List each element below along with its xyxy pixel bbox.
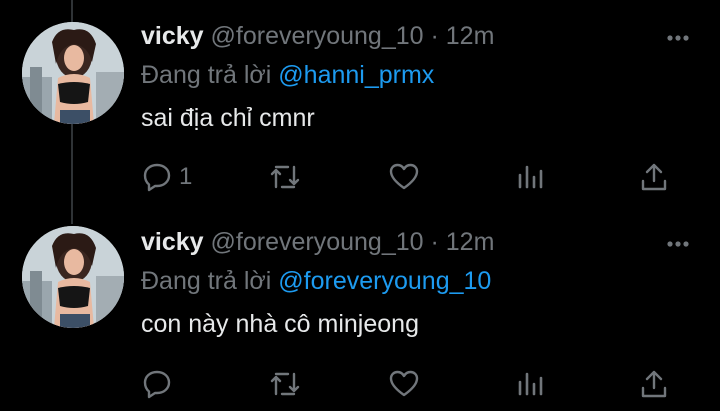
reply-icon (143, 163, 171, 192)
share-icon (641, 370, 667, 398)
mention-link[interactable]: @hanni_prmx (278, 61, 434, 89)
avatar[interactable] (22, 226, 124, 328)
user-handle[interactable]: @foreveryoung_10 (211, 228, 424, 256)
tweet-header: vicky @foreveryoung_10 · 12m (141, 228, 494, 257)
analytics-button[interactable] (515, 161, 545, 193)
analytics-button[interactable] (515, 368, 545, 400)
analytics-icon (518, 372, 543, 396)
retweet-button[interactable] (268, 368, 302, 400)
replying-to: Đang trả lời @hanni_prmx (141, 61, 434, 90)
tweet-header: vicky @foreveryoung_10 · 12m (141, 22, 494, 51)
share-icon (641, 163, 667, 191)
retweet-icon (270, 372, 300, 396)
separator-dot: · (430, 22, 439, 50)
display-name[interactable]: vicky (141, 22, 204, 50)
user-handle[interactable]: @foreveryoung_10 (211, 22, 424, 50)
retweet-button[interactable] (268, 161, 302, 193)
share-button[interactable] (638, 368, 670, 400)
separator-dot: · (430, 228, 439, 256)
retweet-icon (270, 165, 300, 189)
reply-button[interactable] (141, 368, 179, 400)
tweet[interactable]: vicky @foreveryoung_10 · 12m Đang trả lờ… (0, 0, 720, 205)
share-button[interactable] (638, 161, 670, 193)
like-icon (389, 370, 419, 397)
action-bar: 1 (0, 161, 720, 195)
action-bar (0, 368, 720, 402)
replying-to: Đang trả lời @foreveryoung_10 (141, 267, 491, 296)
like-button[interactable] (388, 368, 420, 400)
analytics-icon (518, 165, 543, 189)
more-icon[interactable] (664, 28, 692, 53)
tweet[interactable]: vicky @foreveryoung_10 · 12m Đang trả lờ… (0, 206, 720, 411)
replying-to-label: Đang trả lời (141, 61, 272, 89)
more-icon[interactable] (664, 234, 692, 259)
timestamp[interactable]: 12m (446, 228, 495, 256)
avatar[interactable] (22, 22, 124, 124)
tweet-text: sai địa chỉ cmnr (141, 104, 315, 132)
mention-link[interactable]: @foreveryoung_10 (278, 267, 491, 295)
reply-count: 1 (179, 163, 193, 190)
reply-icon (143, 370, 171, 399)
like-icon (389, 163, 419, 190)
display-name[interactable]: vicky (141, 228, 204, 256)
timestamp[interactable]: 12m (446, 22, 495, 50)
reply-button[interactable]: 1 (141, 161, 192, 193)
replying-to-label: Đang trả lời (141, 267, 272, 295)
like-button[interactable] (388, 161, 420, 193)
tweet-text: con này nhà cô minjeong (141, 310, 419, 338)
